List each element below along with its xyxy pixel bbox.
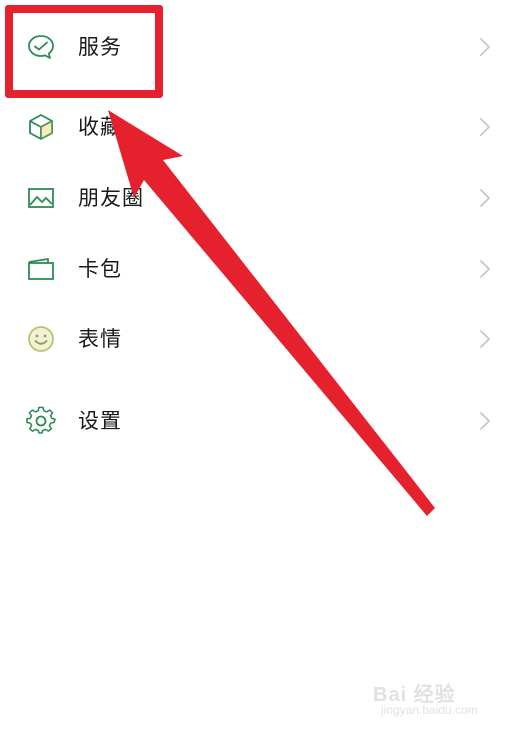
menu-item-settings[interactable]: 设置 xyxy=(0,390,511,450)
chevron-right-icon xyxy=(479,37,491,57)
emoji-smile-icon xyxy=(26,324,56,354)
menu-item-moments[interactable]: 朋友圈 xyxy=(0,167,511,227)
menu-item-emoji-label: 表情 xyxy=(78,327,122,351)
menu-item-card-wallet[interactable]: 卡包 xyxy=(0,238,511,298)
watermark-subtext: jingyan.baidu.com xyxy=(381,703,478,717)
menu-item-emoji[interactable]: 表情 xyxy=(0,308,511,368)
chevron-right-icon xyxy=(479,329,491,349)
chevron-right-icon xyxy=(479,411,491,431)
menu-item-favorites-label: 收藏 xyxy=(78,115,122,139)
card-wallet-icon xyxy=(26,254,56,284)
moments-image-icon xyxy=(26,183,56,213)
watermark-logo: Bai 经验 jingyan.baidu.com xyxy=(373,678,485,722)
favorites-cube-icon xyxy=(26,112,56,142)
chevron-right-icon xyxy=(479,117,491,137)
chevron-right-icon xyxy=(479,259,491,279)
menu-item-card-wallet-label: 卡包 xyxy=(78,257,122,281)
menu-item-moments-label: 朋友圈 xyxy=(78,186,144,210)
chevron-right-icon xyxy=(479,188,491,208)
menu-item-settings-label: 设置 xyxy=(78,409,122,433)
gear-icon xyxy=(26,406,56,436)
menu-item-favorites[interactable]: 收藏 xyxy=(0,96,511,156)
highlight-box xyxy=(5,5,163,98)
